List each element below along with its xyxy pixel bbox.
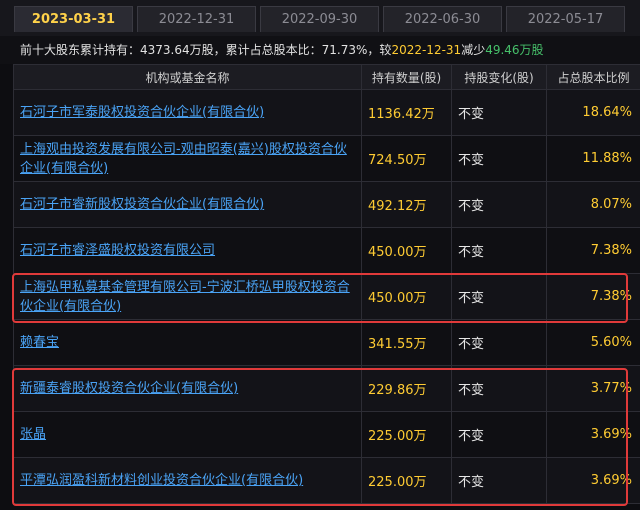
holder-shares: 225.00万 — [361, 411, 452, 458]
holder-ratio: 3.69% — [546, 411, 640, 458]
holder-link[interactable]: 上海观由投资发展有限公司-观由昭泰(嘉兴)股权投资合伙企业(有限合伙) — [20, 140, 355, 178]
tab-2022-09-30[interactable]: 2022-09-30 — [260, 6, 379, 32]
top-shareholders-table: 机构或基金名称 持有数量(股) 持股变化(股) 占总股本比例 石河子市军泰股权投… — [13, 64, 640, 504]
summary-change-value: 49.46万股 — [485, 43, 544, 57]
holder-shares: 724.50万 — [361, 135, 452, 182]
holder-change: 不变 — [451, 227, 547, 274]
tab-2022-05-17[interactable]: 2022-05-17 — [506, 6, 625, 32]
holder-link[interactable]: 石河子市睿泽盛股权投资有限公司 — [20, 241, 215, 260]
holder-link[interactable]: 石河子市睿新股权投资合伙企业(有限合伙) — [20, 195, 264, 214]
summary-direction: 减少 — [461, 43, 486, 57]
holder-shares: 450.00万 — [361, 273, 452, 320]
table-row: 石河子市睿新股权投资合伙企业(有限合伙) 492.12万 不变 8.07% — [13, 181, 640, 228]
report-date-tabs: 2023-03-31 2022-12-31 2022-09-30 2022-06… — [0, 0, 640, 36]
holder-ratio: 18.64% — [546, 89, 640, 136]
holder-change: 不变 — [451, 181, 547, 228]
holder-link[interactable]: 平潭弘润盈科新材料创业投资合伙企业(有限合伙) — [20, 471, 303, 490]
table-row: 张晶 225.00万 不变 3.69% — [13, 411, 640, 458]
holder-link[interactable]: 新疆泰睿股权投资合伙企业(有限合伙) — [20, 379, 238, 398]
holder-shares: 341.55万 — [361, 319, 452, 366]
tab-2023-03-31[interactable]: 2023-03-31 — [14, 6, 133, 32]
holder-ratio: 3.77% — [546, 365, 640, 412]
header-name: 机构或基金名称 — [13, 64, 362, 90]
table-row: 石河子市睿泽盛股权投资有限公司 450.00万 不变 7.38% — [13, 227, 640, 274]
holder-ratio: 11.88% — [546, 135, 640, 182]
table-row: 上海观由投资发展有限公司-观由昭泰(嘉兴)股权投资合伙企业(有限合伙) 724.… — [13, 135, 640, 182]
summary-mid: ，累计占总股本比： — [213, 43, 322, 57]
holder-change: 不变 — [451, 411, 547, 458]
table-row: 上海弘甲私募基金管理有限公司-宁波汇桥弘甲股权投资合伙企业(有限合伙) 450.… — [13, 273, 640, 320]
holder-shares: 1136.42万 — [361, 89, 452, 136]
holder-change: 不变 — [451, 135, 547, 182]
table-row: 新疆泰睿股权投资合伙企业(有限合伙) 229.86万 不变 3.77% — [13, 365, 640, 412]
header-change: 持股变化(股) — [451, 64, 547, 90]
holder-ratio: 8.07% — [546, 181, 640, 228]
summary-prefix: 前十大股东累计持有： — [20, 43, 141, 57]
holder-ratio: 3.69% — [546, 457, 640, 504]
holder-shares: 450.00万 — [361, 227, 452, 274]
tab-2022-06-30[interactable]: 2022-06-30 — [383, 6, 502, 32]
summary-compare: ，较 — [367, 43, 392, 57]
holder-link[interactable]: 上海弘甲私募基金管理有限公司-宁波汇桥弘甲股权投资合伙企业(有限合伙) — [20, 278, 355, 316]
holder-change: 不变 — [451, 273, 547, 320]
holder-link[interactable]: 张晶 — [20, 425, 46, 444]
holder-shares: 492.12万 — [361, 181, 452, 228]
holder-change: 不变 — [451, 365, 547, 412]
table-header-row: 机构或基金名称 持有数量(股) 持股变化(股) 占总股本比例 — [13, 64, 640, 90]
holder-change: 不变 — [451, 319, 547, 366]
holder-ratio: 5.60% — [546, 319, 640, 366]
holder-link[interactable]: 石河子市军泰股权投资合伙企业(有限合伙) — [20, 103, 264, 122]
holder-link[interactable]: 赖春宝 — [20, 333, 59, 352]
holder-change: 不变 — [451, 457, 547, 504]
holder-ratio: 7.38% — [546, 273, 640, 320]
table-row: 平潭弘润盈科新材料创业投资合伙企业(有限合伙) 225.00万 不变 3.69% — [13, 457, 640, 504]
table-row: 石河子市军泰股权投资合伙企业(有限合伙) 1136.42万 不变 18.64% — [13, 89, 640, 136]
summary-compare-date: 2022-12-31 — [391, 43, 462, 57]
summary-total-shares: 4373.64万股 — [140, 43, 214, 57]
header-ratio: 占总股本比例 — [546, 64, 640, 90]
holder-change: 不变 — [451, 89, 547, 136]
holder-ratio: 7.38% — [546, 227, 640, 274]
summary-total-ratio: 71.73% — [321, 43, 368, 57]
header-shares: 持有数量(股) — [361, 64, 452, 90]
holder-shares: 229.86万 — [361, 365, 452, 412]
holdings-summary: 前十大股东累计持有：4373.64万股，累计占总股本比：71.73%，较2022… — [0, 36, 640, 64]
tab-2022-12-31[interactable]: 2022-12-31 — [137, 6, 256, 32]
table-row: 赖春宝 341.55万 不变 5.60% — [13, 319, 640, 366]
holder-shares: 225.00万 — [361, 457, 452, 504]
